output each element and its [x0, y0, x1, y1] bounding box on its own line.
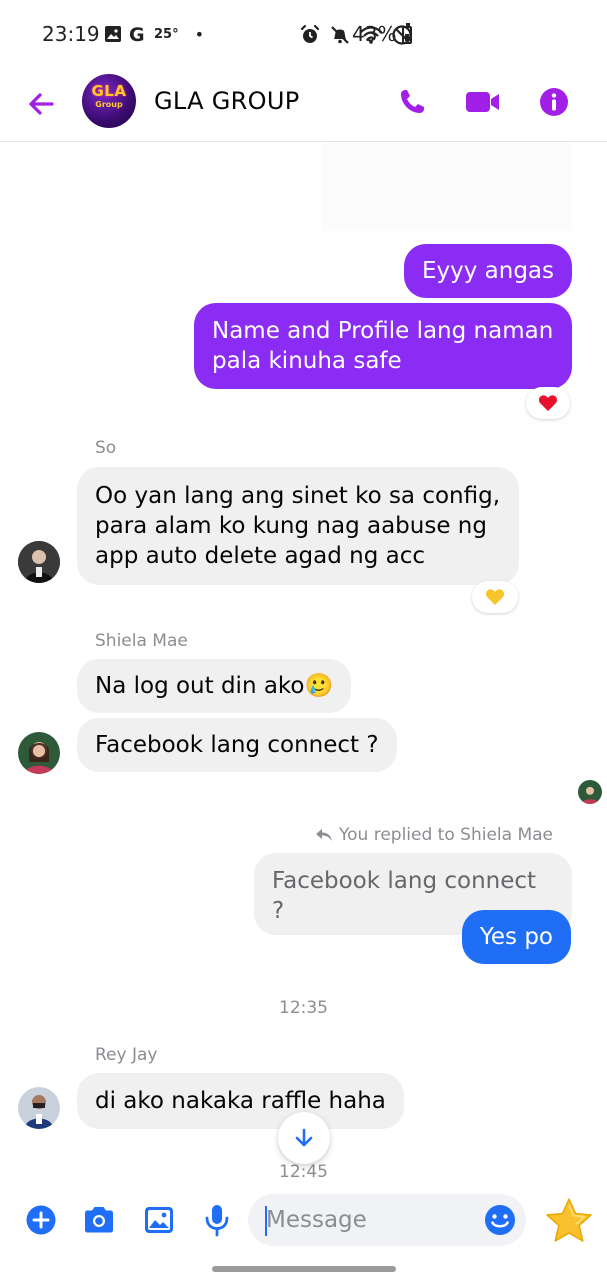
message-reaction[interactable]: [472, 581, 518, 613]
message-text: Oo yan lang ang sinet ko sa config, para…: [95, 483, 501, 569]
message-text: Na log out din ako🥲: [95, 673, 334, 699]
smiley-icon: [485, 1205, 515, 1235]
camera-button[interactable]: [79, 1200, 119, 1240]
group-avatar[interactable]: GLA Group: [82, 74, 136, 128]
arrow-left-icon: [29, 93, 54, 115]
profile-photo: [18, 732, 60, 774]
more-actions-button[interactable]: [21, 1200, 61, 1240]
gallery-notification-icon: [105, 26, 121, 42]
voice-call-button[interactable]: [392, 82, 432, 122]
status-dot: •: [194, 24, 205, 44]
outgoing-message[interactable]: Name and Profile lang naman pala kinuha …: [194, 303, 572, 389]
star-icon: [546, 1198, 592, 1242]
profile-photo: [578, 780, 602, 804]
message-reaction[interactable]: [526, 387, 570, 419]
video-call-button[interactable]: [463, 82, 503, 122]
outgoing-reply-message[interactable]: Yes po: [461, 910, 571, 964]
sender-avatar-so[interactable]: [18, 541, 60, 583]
faded-previous-message: [322, 143, 572, 231]
home-indicator[interactable]: [212, 1266, 396, 1272]
battery-icon: [402, 23, 412, 44]
google-notification-icon: G: [129, 24, 145, 44]
plus-circle-icon: [26, 1205, 56, 1235]
sender-avatar-rey[interactable]: [18, 1087, 60, 1129]
message-text: Yes po: [479, 924, 553, 950]
incoming-message[interactable]: Oo yan lang ang sinet ko sa config, para…: [77, 467, 519, 585]
arrow-down-icon: [295, 1128, 313, 1147]
yellow-heart-icon: [485, 589, 505, 605]
reply-arrow-icon: [316, 829, 333, 841]
quick-reaction-button[interactable]: [544, 1196, 594, 1246]
reply-context-text: You replied to Shiela Mae: [339, 825, 553, 845]
mute-icon: [331, 26, 349, 44]
message-text: Facebook lang connect ?: [95, 732, 379, 758]
message-text: di ako nakaka raffle haha: [95, 1088, 386, 1114]
outgoing-message[interactable]: Eyyy angas: [403, 244, 572, 298]
profile-photo: [18, 541, 60, 583]
camera-icon: [85, 1207, 113, 1233]
chat-title[interactable]: GLA GROUP: [154, 87, 299, 115]
incoming-message[interactable]: Na log out din ako🥲: [77, 659, 352, 713]
status-time: 23:19: [42, 22, 100, 46]
profile-photo: [18, 1087, 60, 1129]
incoming-message[interactable]: di ako nakaka raffle haha: [77, 1073, 404, 1129]
alarm-icon: [300, 24, 320, 43]
sender-name: Rey Jay: [95, 1045, 158, 1065]
image-icon: [145, 1207, 173, 1233]
reply-context-label: You replied to Shiela Mae: [315, 825, 553, 845]
conversation-info-button[interactable]: [534, 82, 574, 122]
sender-avatar-sheila[interactable]: [18, 732, 60, 774]
text-cursor: [265, 1206, 267, 1236]
voice-message-button[interactable]: [197, 1200, 237, 1240]
gallery-button[interactable]: [139, 1200, 179, 1240]
avatar-logo-text: GLA: [91, 82, 127, 100]
sender-name: Shiela Mae: [95, 631, 188, 651]
info-icon: [540, 88, 568, 116]
message-text: Name and Profile lang naman pala kinuha …: [212, 318, 554, 374]
scroll-to-bottom-button[interactable]: [278, 1112, 330, 1164]
battery-percent: 43%: [352, 22, 397, 46]
message-composer: [0, 1178, 607, 1264]
chat-header: GLA Group GLA GROUP: [0, 70, 607, 142]
emoji-button[interactable]: [482, 1202, 518, 1238]
sender-name: So: [95, 438, 117, 458]
incoming-message[interactable]: Facebook lang connect ?: [77, 718, 397, 772]
timestamp-divider: 12:35: [279, 998, 328, 1018]
microphone-icon: [205, 1205, 229, 1237]
phone-icon: [401, 90, 424, 113]
video-camera-icon: [466, 92, 499, 112]
status-left-icons: G 25° •: [104, 24, 204, 44]
back-button[interactable]: [24, 86, 60, 122]
avatar-logo-subtext: Group: [95, 100, 123, 109]
svg-text:G: G: [129, 24, 145, 44]
message-text: Eyyy angas: [421, 258, 554, 284]
read-receipt-avatar: [578, 780, 602, 804]
status-temperature: 25°: [154, 26, 179, 42]
red-heart-icon: [538, 395, 558, 411]
message-thread[interactable]: Eyyy angas Name and Profile lang naman p…: [0, 143, 607, 1182]
status-bar: 23:19 G 25° • 43%: [0, 0, 607, 70]
